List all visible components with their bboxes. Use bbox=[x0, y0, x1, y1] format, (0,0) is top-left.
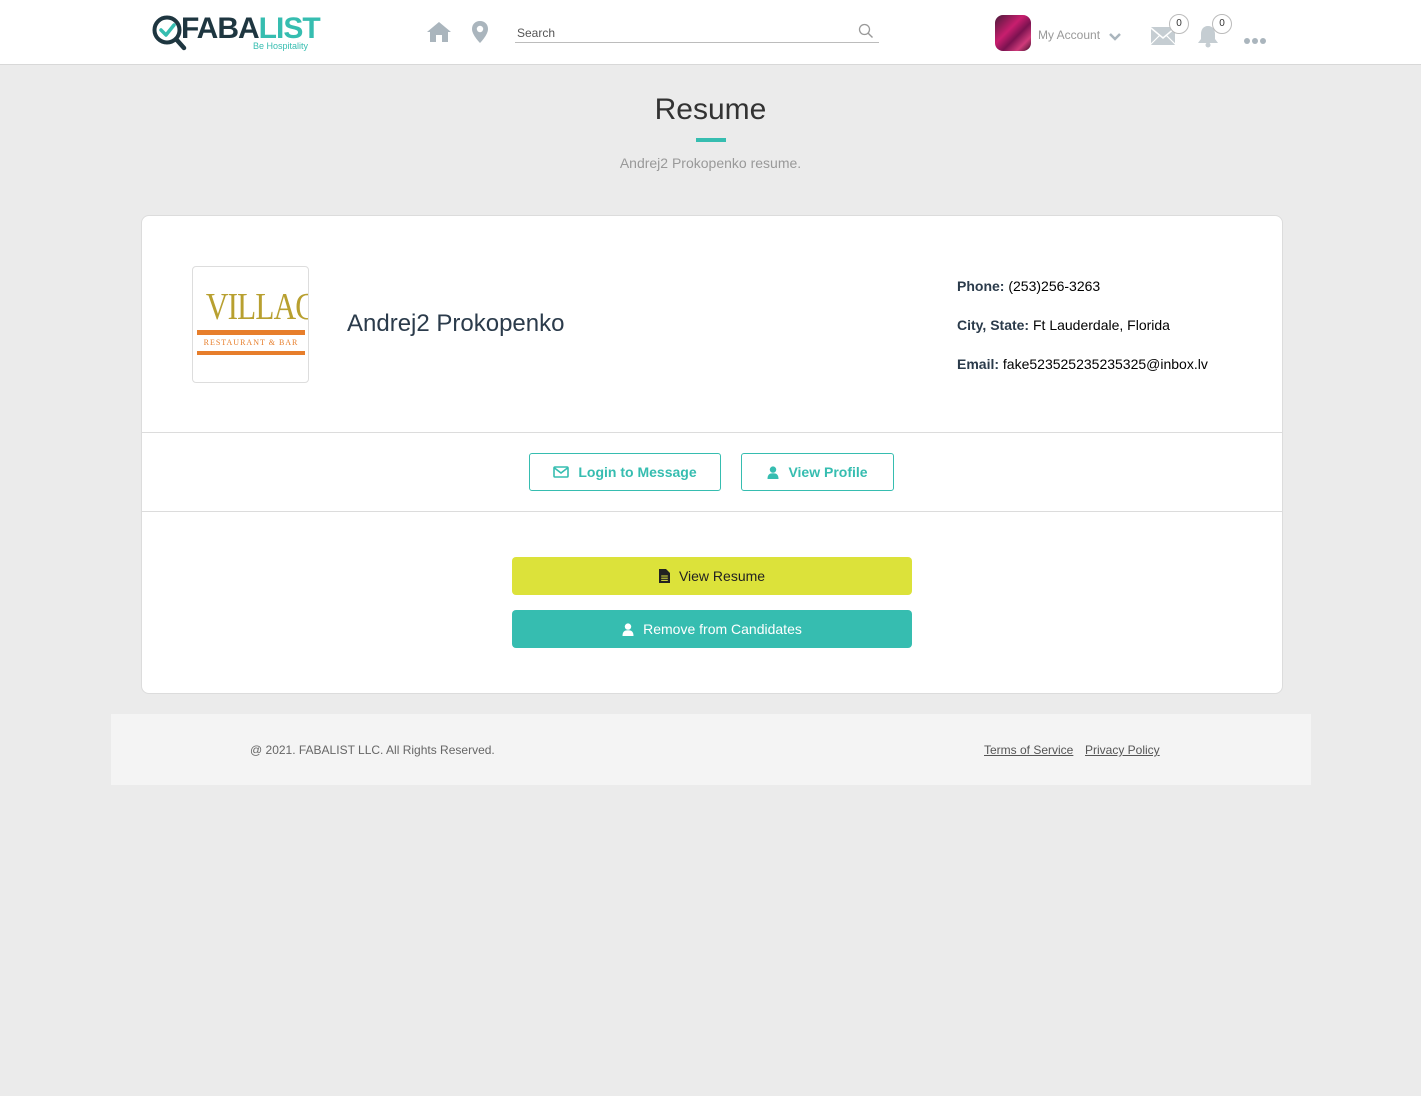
search-input[interactable] bbox=[517, 24, 837, 42]
user-icon bbox=[622, 622, 634, 636]
phone-info: Phone: (253)256-3263 bbox=[957, 278, 1100, 294]
map-pin-icon[interactable] bbox=[470, 20, 496, 44]
envelope-icon bbox=[553, 466, 570, 478]
messages-count-badge: 0 bbox=[1169, 14, 1189, 34]
login-to-message-button[interactable]: Login to Message bbox=[529, 453, 721, 491]
email-info: Email: fake523525235235325@inbox.lv bbox=[957, 356, 1208, 372]
user-icon bbox=[767, 465, 779, 479]
terms-of-service-link[interactable]: Terms of Service bbox=[984, 743, 1073, 757]
city-label: City, State: bbox=[957, 317, 1030, 333]
remove-from-candidates-label: Remove from Candidates bbox=[643, 621, 802, 637]
chevron-down-icon[interactable] bbox=[1108, 29, 1122, 41]
login-to-message-label: Login to Message bbox=[578, 464, 697, 480]
divider bbox=[142, 511, 1282, 512]
document-icon bbox=[658, 569, 670, 583]
view-resume-button[interactable]: View Resume bbox=[512, 557, 912, 595]
company-logo-name: VILLAGIO bbox=[205, 286, 308, 328]
email-label: Email: bbox=[957, 356, 1000, 372]
footer: @ 2021. FABALIST LLC. All Rights Reserve… bbox=[111, 714, 1311, 785]
page-title: Resume bbox=[654, 93, 767, 126]
remove-from-candidates-button[interactable]: Remove from Candidates bbox=[512, 610, 912, 648]
more-icon[interactable] bbox=[1244, 31, 1268, 44]
avatar[interactable] bbox=[995, 15, 1031, 51]
phone-label: Phone: bbox=[957, 278, 1005, 294]
copyright-text: @ 2021. FABALIST LLC. All Rights Reserve… bbox=[250, 743, 495, 757]
phone-value: (253)256-3263 bbox=[1008, 278, 1101, 294]
view-profile-label: View Profile bbox=[788, 464, 868, 480]
divider bbox=[142, 432, 1282, 433]
home-icon[interactable] bbox=[426, 20, 452, 44]
company-logo: VILLAGIO RESTAURANT & BAR bbox=[192, 266, 309, 383]
page-subtitle: Andrej2 Prokopenko resume. bbox=[619, 155, 802, 171]
candidate-name: Andrej2 Prokopenko bbox=[347, 310, 565, 337]
fabalist-logo[interactable]: FABALIST Be Hospitality bbox=[151, 12, 321, 52]
search-bar bbox=[515, 22, 879, 43]
email-value: fake523525235235325@inbox.lv bbox=[1002, 356, 1208, 372]
top-navbar: FABALIST Be Hospitality My Account bbox=[0, 0, 1421, 65]
notifications-count-badge: 0 bbox=[1212, 14, 1232, 34]
notifications-button[interactable]: 0 bbox=[1192, 14, 1232, 50]
resume-card: VILLAGIO RESTAURANT & BAR Andrej2 Prokop… bbox=[141, 215, 1283, 694]
logo-tagline: Be Hospitality bbox=[253, 41, 309, 51]
title-underline bbox=[696, 138, 726, 142]
city-value: Ft Lauderdale, Florida bbox=[1032, 317, 1170, 333]
city-info: City, State: Ft Lauderdale, Florida bbox=[957, 317, 1170, 333]
messages-button[interactable]: 0 bbox=[1149, 14, 1189, 50]
company-logo-subtitle: RESTAURANT & BAR bbox=[203, 338, 299, 347]
logo-wordmark: FABALIST bbox=[181, 12, 321, 45]
view-profile-button[interactable]: View Profile bbox=[741, 453, 894, 491]
privacy-policy-link[interactable]: Privacy Policy bbox=[1085, 743, 1160, 757]
my-account-menu[interactable]: My Account bbox=[1038, 28, 1100, 42]
search-icon[interactable] bbox=[858, 23, 874, 39]
view-resume-label: View Resume bbox=[678, 568, 766, 584]
